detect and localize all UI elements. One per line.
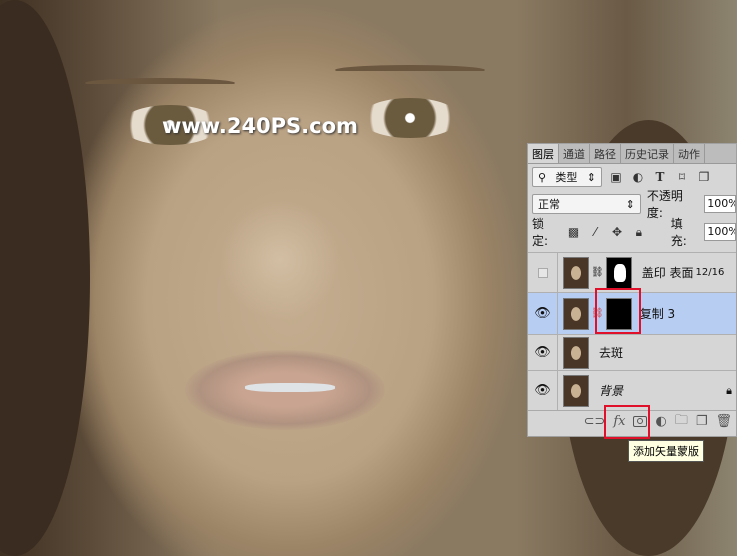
- fill-label: 填充:: [670, 217, 687, 248]
- lock-transparent-icon[interactable]: ▩: [566, 225, 582, 239]
- visibility-toggle[interactable]: [528, 253, 558, 292]
- layer-row[interactable]: ⛓ 盖印 表面 12/16: [528, 252, 736, 292]
- type-filter-icon[interactable]: T: [652, 170, 668, 184]
- layer-row[interactable]: 👁︎ 去斑: [528, 334, 736, 370]
- blend-mode-select[interactable]: 正常 ⇕: [532, 194, 641, 214]
- eyebrow-right: [335, 65, 485, 75]
- lock-all-icon[interactable]: 🔒︎: [631, 225, 647, 240]
- opacity-input[interactable]: 100%: [704, 195, 736, 213]
- eye-icon[interactable]: 👁︎: [528, 293, 558, 334]
- tab-layers[interactable]: 图层: [528, 144, 559, 163]
- mask-thumbnail[interactable]: [605, 256, 632, 289]
- layer-name: 去斑: [599, 346, 624, 360]
- chain-link-icon[interactable]: ⛓: [591, 267, 604, 278]
- watermark: www.240PS.com: [162, 114, 358, 138]
- link-layers-icon[interactable]: ⊂⊃: [584, 414, 606, 429]
- layer-thumbnail: [563, 297, 589, 330]
- layer-thumbnail: [563, 256, 589, 289]
- layer-row[interactable]: 👁︎ 背景 🔒︎: [528, 370, 736, 410]
- tab-paths[interactable]: 路径: [590, 144, 621, 163]
- eye-icon[interactable]: 👁︎: [528, 335, 558, 370]
- tooltip: 添加矢量蒙版: [628, 440, 704, 462]
- highlight-mask-box: [595, 288, 641, 334]
- highlight-add-mask-box: [604, 405, 650, 439]
- updown-icon: ⇕: [625, 197, 635, 211]
- image-filter-icon[interactable]: ▣: [608, 170, 624, 184]
- hair-left: [0, 0, 90, 556]
- layer-name: 背景: [599, 384, 624, 398]
- nose: [220, 200, 340, 320]
- filter-kind-select[interactable]: ⚲ 类型 ⇕: [532, 167, 602, 187]
- tab-history[interactable]: 历史记录: [621, 144, 674, 163]
- tab-actions[interactable]: 动作: [674, 144, 705, 163]
- panel-tabs: 图层 通道 路径 历史记录 动作: [528, 144, 736, 164]
- layer-thumbnail: [563, 336, 589, 369]
- lock-label: 锁定:: [532, 217, 549, 248]
- adjustment-filter-icon[interactable]: ◐: [630, 170, 646, 184]
- new-group-icon[interactable]: 🗀: [675, 411, 688, 433]
- teeth: [245, 383, 335, 392]
- tab-channels[interactable]: 通道: [559, 144, 590, 163]
- smart-object-filter-icon[interactable]: ❐: [696, 170, 712, 184]
- trash-icon[interactable]: 🗑︎: [715, 414, 732, 429]
- adjustment-layer-icon[interactable]: ◐: [655, 414, 666, 429]
- lock-brush-icon[interactable]: ⁄: [587, 225, 603, 239]
- layer-extra: 12/16: [695, 267, 725, 278]
- eye-icon[interactable]: 👁︎: [528, 371, 558, 410]
- eye-right: [360, 98, 460, 138]
- updown-icon: ⇕: [586, 170, 596, 184]
- search-icon: ⚲: [538, 170, 547, 184]
- layer-thumbnail: [563, 374, 589, 407]
- lock-move-icon[interactable]: ✥: [609, 225, 625, 239]
- layer-name: 复制 3: [639, 307, 676, 321]
- lock-icon: 🔒︎: [726, 383, 732, 397]
- layer-name: 盖印 表面: [641, 266, 694, 280]
- new-layer-icon[interactable]: ❐: [696, 414, 708, 429]
- shape-filter-icon[interactable]: ⌑: [674, 170, 690, 184]
- eyebrow-left: [85, 78, 235, 88]
- fill-input[interactable]: 100%: [704, 223, 736, 241]
